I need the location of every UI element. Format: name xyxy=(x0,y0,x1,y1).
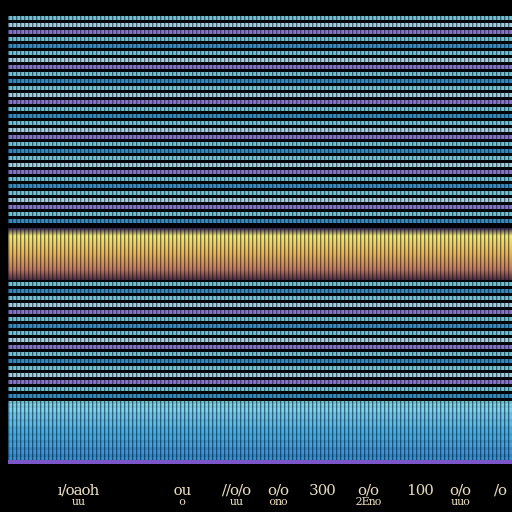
x-tick-bottom-text: o xyxy=(179,495,186,508)
x-tick-label: ou o xyxy=(154,483,210,510)
striped-spectrogram xyxy=(0,0,512,512)
x-tick-label: /o xyxy=(472,481,512,510)
vertical-hatching xyxy=(8,16,512,462)
x-tick-label: o/o 2Eno xyxy=(340,483,396,510)
x-tick-top-text: /o xyxy=(493,481,507,499)
x-tick-bottom-text: 2Eno xyxy=(355,495,382,508)
bottom-border xyxy=(8,460,512,464)
x-tick-label: ı/oaoh uu xyxy=(50,483,106,510)
